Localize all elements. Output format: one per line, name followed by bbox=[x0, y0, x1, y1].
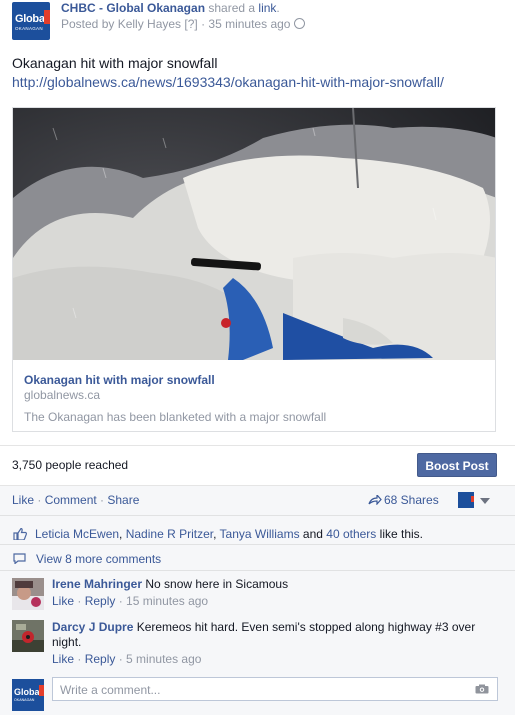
page-name-link[interactable]: CHBC - Global Okanagan bbox=[61, 1, 205, 15]
logo-wordmark: Global bbox=[15, 13, 48, 25]
poster-tag: [?] · bbox=[181, 17, 209, 31]
comment: Darcy J Dupre Keremeos hit hard. Even se… bbox=[52, 620, 492, 667]
logo-swoosh bbox=[44, 10, 50, 24]
shared-text: shared a bbox=[205, 1, 259, 15]
post-url-link[interactable]: http://globalnews.ca/news/1693343/okanag… bbox=[12, 74, 444, 90]
divider bbox=[0, 515, 515, 516]
poster-name[interactable]: Kelly Hayes bbox=[118, 17, 181, 31]
liker-name[interactable]: Nadine R Pritzer bbox=[126, 527, 213, 541]
divider bbox=[0, 570, 515, 571]
avatar[interactable] bbox=[12, 620, 44, 652]
comment-bubble-icon bbox=[13, 553, 26, 564]
people-reached[interactable]: 3,750 people reached bbox=[12, 458, 128, 472]
link-card-title[interactable]: Okanagan hit with major snowfall bbox=[24, 373, 215, 387]
acting-as-page-icon[interactable] bbox=[458, 492, 474, 508]
likes-sentence: Leticia McEwen, Nadine R Pritzer, Tanya … bbox=[35, 527, 423, 541]
comment-button[interactable]: Comment bbox=[45, 493, 97, 507]
comment-time[interactable]: 15 minutes ago bbox=[126, 594, 208, 608]
logo-wordmark: Global bbox=[14, 687, 43, 697]
link-card-domain: globalnews.ca bbox=[24, 388, 101, 402]
posted-by-prefix: Posted by bbox=[61, 17, 118, 31]
shares-count[interactable]: 68 Shares bbox=[368, 493, 439, 507]
commenter-photo bbox=[12, 620, 44, 652]
liker-name[interactable]: Tanya Williams bbox=[220, 527, 300, 541]
shares-count-label: 68 Shares bbox=[384, 493, 439, 507]
logo-subtext: OKANAGAN bbox=[14, 698, 35, 702]
comment-meta: Like · Reply · 5 minutes ago bbox=[52, 652, 202, 666]
likes-comma: , bbox=[119, 527, 126, 541]
camera-icon[interactable] bbox=[475, 684, 489, 694]
share-button[interactable]: Share bbox=[107, 493, 139, 507]
comment-time[interactable]: 5 minutes ago bbox=[126, 652, 201, 666]
likes-and: and bbox=[299, 527, 327, 541]
view-more-comments-link[interactable]: View 8 more comments bbox=[36, 552, 161, 566]
logo-subtext: OKANAGAN bbox=[15, 26, 43, 31]
comment-text: No snow here in Sicamous bbox=[142, 577, 289, 591]
divider bbox=[0, 485, 515, 486]
comment-like-link[interactable]: Like bbox=[52, 652, 74, 666]
comment-reply-link[interactable]: Reply bbox=[85, 652, 116, 666]
page-avatar[interactable]: Global OKANAGAN bbox=[12, 2, 50, 40]
divider bbox=[0, 544, 515, 545]
comment-box bbox=[52, 677, 498, 701]
comment-input[interactable] bbox=[58, 679, 462, 701]
separator: · bbox=[34, 493, 45, 507]
comment-meta: Like · Reply · 15 minutes ago bbox=[52, 594, 209, 608]
comment-author[interactable]: Darcy J Dupre bbox=[52, 620, 133, 634]
post-message: Okanagan hit with major snowfall bbox=[12, 55, 218, 71]
globe-icon[interactable] bbox=[294, 18, 306, 29]
post-actions: Like · Comment · Share bbox=[12, 493, 139, 507]
logo-swoosh bbox=[39, 685, 44, 696]
post-timestamp[interactable]: 35 minutes ago bbox=[208, 17, 290, 31]
snow-photo bbox=[13, 108, 495, 360]
liker-name[interactable]: Leticia McEwen bbox=[35, 527, 119, 541]
commenter-photo bbox=[12, 578, 44, 610]
avatar[interactable] bbox=[12, 578, 44, 610]
post-meta: Posted by Kelly Hayes [?] · 35 minutes a… bbox=[61, 17, 306, 31]
shared-link-link[interactable]: link bbox=[258, 1, 276, 15]
commenter-page-avatar: Global OKANAGAN bbox=[12, 679, 44, 711]
separator: · bbox=[96, 493, 108, 507]
share-arrow-icon bbox=[368, 495, 382, 505]
shared-end: . bbox=[276, 1, 280, 15]
post-header: CHBC - Global Okanagan shared a link. bbox=[61, 1, 280, 15]
likes-others-link[interactable]: 40 others bbox=[326, 527, 376, 541]
like-button[interactable]: Like bbox=[12, 493, 34, 507]
link-preview-card[interactable]: Okanagan hit with major snowfall globaln… bbox=[12, 107, 496, 432]
link-preview-image[interactable] bbox=[13, 108, 495, 360]
divider bbox=[0, 445, 515, 446]
link-card-description: The Okanagan has been blanketed with a m… bbox=[24, 410, 327, 424]
comment-author[interactable]: Irene Mahringer bbox=[52, 577, 142, 591]
boost-post-button[interactable]: Boost Post bbox=[417, 453, 497, 477]
comment: Irene Mahringer No snow here in Sicamous… bbox=[52, 577, 492, 609]
thumbs-up-icon bbox=[13, 528, 27, 540]
comment-like-link[interactable]: Like bbox=[52, 594, 74, 608]
comment-reply-link[interactable]: Reply bbox=[85, 594, 116, 608]
likes-suffix: like this. bbox=[376, 527, 423, 541]
chevron-down-icon[interactable] bbox=[480, 498, 490, 504]
